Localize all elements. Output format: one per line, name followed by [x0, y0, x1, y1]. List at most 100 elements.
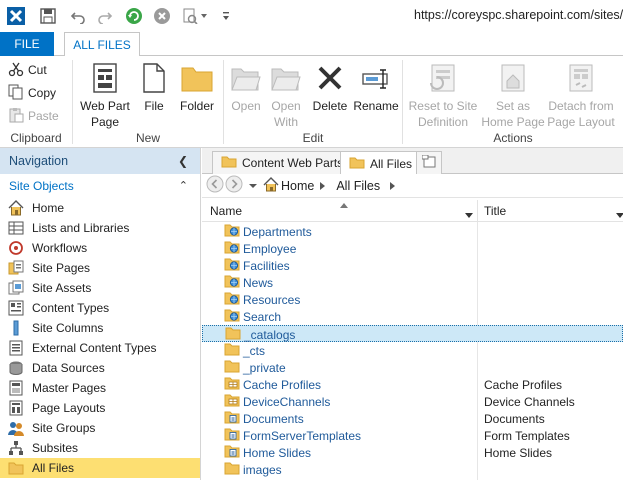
file-name[interactable]: _private: [243, 361, 286, 375]
history-dropdown-icon[interactable]: [249, 179, 257, 193]
table-row[interactable]: Employee: [202, 240, 623, 257]
file-name[interactable]: Search: [243, 310, 281, 324]
file-name-cell[interactable]: Employee: [224, 240, 296, 257]
file-name[interactable]: Resources: [243, 293, 300, 307]
table-row[interactable]: Documents Documents: [202, 410, 623, 427]
paste-button[interactable]: Paste: [8, 106, 59, 126]
file-name-cell[interactable]: Departments: [224, 223, 312, 240]
set-as-home-page-button[interactable]: Set as Home Page: [481, 60, 545, 130]
sidebar-item-page-layouts[interactable]: Page Layouts: [0, 398, 200, 418]
file-name[interactable]: images: [243, 463, 282, 477]
tab-all-files-doc[interactable]: All Files: [340, 151, 422, 175]
file-name[interactable]: DeviceChannels: [243, 395, 330, 409]
table-row[interactable]: FormServerTemplates Form Templates: [202, 427, 623, 444]
sidebar-item-lists-and-libraries[interactable]: Lists and Libraries: [0, 218, 200, 238]
table-row[interactable]: Cache Profiles Cache Profiles: [202, 376, 623, 393]
preview-dropdown-icon[interactable]: [199, 6, 209, 26]
sidebar-item-site-assets[interactable]: Site Assets: [0, 278, 200, 298]
breadcrumb-home[interactable]: Home: [281, 179, 314, 193]
file-name-cell[interactable]: _catalogs: [225, 326, 295, 343]
table-row[interactable]: Facilities: [202, 257, 623, 274]
refresh-icon[interactable]: [124, 6, 144, 26]
new-file-button[interactable]: File: [137, 60, 171, 114]
sidebar-item-site-groups[interactable]: Site Groups: [0, 418, 200, 438]
file-name-cell[interactable]: Resources: [224, 291, 300, 308]
stop-icon[interactable]: [152, 6, 172, 26]
sidebar-item-site-pages[interactable]: Site Pages: [0, 258, 200, 278]
file-name[interactable]: FormServerTemplates: [243, 429, 361, 443]
table-row[interactable]: DeviceChannels Device Channels: [202, 393, 623, 410]
table-row[interactable]: images: [202, 461, 623, 478]
sidebar-item-home[interactable]: Home: [0, 198, 200, 218]
table-row[interactable]: Resources: [202, 291, 623, 308]
delete-button[interactable]: Delete: [310, 60, 350, 114]
file-name[interactable]: Documents: [243, 412, 304, 426]
file-name[interactable]: Facilities: [243, 259, 290, 273]
file-name-cell[interactable]: _private: [224, 359, 286, 376]
file-name-cell[interactable]: News: [224, 274, 273, 291]
column-header-name[interactable]: Name: [210, 200, 478, 222]
sidebar-item-site-columns[interactable]: Site Columns: [0, 318, 200, 338]
table-row[interactable]: News: [202, 274, 623, 291]
preview-in-browser-icon[interactable]: [180, 6, 200, 26]
breadcrumb-all-files[interactable]: All Files: [336, 179, 380, 193]
web-part-page-button[interactable]: Web Part Page: [77, 60, 133, 130]
file-name-cell[interactable]: Cache Profiles: [224, 376, 321, 393]
file-name-cell[interactable]: DeviceChannels: [224, 393, 330, 410]
sidebar-item-data-sources[interactable]: Data Sources: [0, 358, 200, 378]
table-row[interactable]: _catalogs: [202, 325, 623, 342]
sidebar-item-all-files[interactable]: All Files: [0, 458, 200, 478]
file-name[interactable]: _catalogs: [244, 328, 295, 342]
sidebar-item-workflows[interactable]: Workflows: [0, 238, 200, 258]
collapse-pane-icon[interactable]: ❮: [178, 154, 188, 168]
detach-from-page-layout-button[interactable]: Detach from Page Layout: [545, 60, 617, 130]
copy-button[interactable]: Copy: [8, 83, 56, 103]
file-name-cell[interactable]: FormServerTemplates: [224, 427, 361, 444]
new-tab-button[interactable]: [416, 151, 442, 174]
column-header-title[interactable]: Title: [484, 200, 623, 222]
file-name-cell[interactable]: Facilities: [224, 257, 290, 274]
save-icon[interactable]: [38, 6, 58, 26]
table-row[interactable]: Departments: [202, 223, 623, 240]
file-name[interactable]: News: [243, 276, 273, 290]
rename-button[interactable]: Rename: [352, 60, 400, 114]
breadcrumb-separator-icon[interactable]: [390, 179, 396, 193]
tab-content-web-parts[interactable]: Content Web Parts: [212, 151, 353, 174]
file-name-cell[interactable]: Documents: [224, 410, 304, 427]
table-row[interactable]: _cts: [202, 342, 623, 359]
file-name-cell[interactable]: _cts: [224, 342, 265, 359]
open-with-button[interactable]: Open With: [268, 60, 304, 130]
file-name[interactable]: Employee: [243, 242, 296, 256]
cut-button[interactable]: Cut: [8, 60, 47, 80]
sidebar-item-subsites[interactable]: Subsites: [0, 438, 200, 458]
filter-dropdown-icon[interactable]: [616, 208, 623, 222]
file-name[interactable]: Home Slides: [243, 446, 311, 460]
redo-icon[interactable]: [95, 6, 115, 26]
sidebar-item-external-content-types[interactable]: External Content Types: [0, 338, 200, 358]
site-objects-header[interactable]: Site Objects ⌃: [0, 176, 200, 196]
customize-qat-icon[interactable]: [220, 6, 232, 26]
filter-dropdown-icon[interactable]: [465, 208, 473, 222]
file-name-cell[interactable]: Search: [224, 308, 281, 325]
tab-all-files[interactable]: ALL FILES: [64, 32, 140, 57]
sidebar-item-content-types[interactable]: Content Types: [0, 298, 200, 318]
open-button[interactable]: Open: [228, 60, 264, 114]
tab-file[interactable]: FILE: [0, 32, 54, 56]
reset-to-site-definition-button[interactable]: Reset to Site Definition: [405, 60, 481, 130]
file-name[interactable]: _cts: [243, 344, 265, 358]
table-row[interactable]: Home Slides Home Slides: [202, 444, 623, 461]
file-name-cell[interactable]: images: [224, 461, 282, 478]
file-name-cell[interactable]: Home Slides: [224, 444, 311, 461]
chevron-up-icon[interactable]: ⌃: [179, 179, 188, 192]
table-row[interactable]: _private: [202, 359, 623, 376]
back-icon[interactable]: [206, 175, 224, 196]
file-name[interactable]: Cache Profiles: [243, 378, 321, 392]
sidebar-item-master-pages[interactable]: Master Pages: [0, 378, 200, 398]
table-row[interactable]: Search: [202, 308, 623, 325]
new-folder-button[interactable]: Folder: [175, 60, 219, 114]
undo-icon[interactable]: [68, 6, 88, 26]
forward-icon[interactable]: [225, 175, 243, 196]
file-name[interactable]: Departments: [243, 225, 312, 239]
breadcrumb-separator-icon[interactable]: [320, 179, 326, 193]
column-divider[interactable]: [477, 200, 478, 222]
